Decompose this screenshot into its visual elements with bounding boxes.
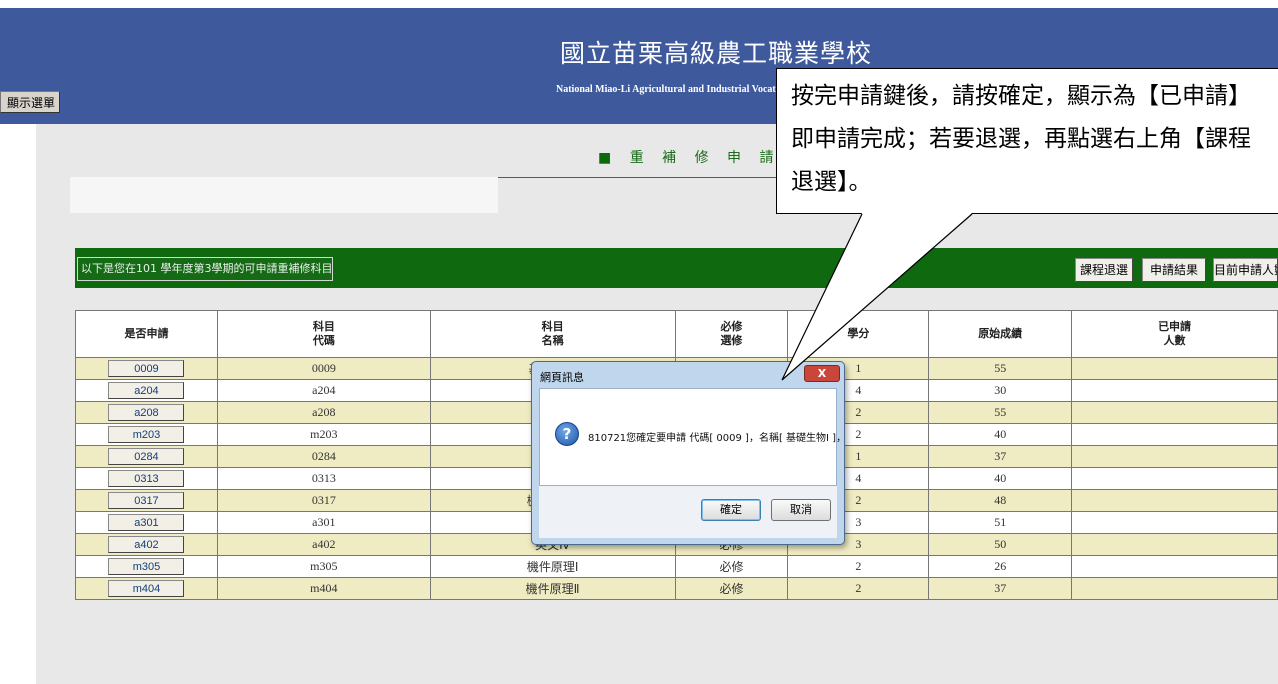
course-score: 55 [928,357,1073,380]
course-score: 40 [928,467,1073,490]
course-count [1071,379,1278,402]
ok-button[interactable]: 確定 [701,499,761,521]
course-code: 0009 [216,357,431,380]
course-score: 30 [928,379,1073,402]
show-menu-button[interactable]: 顯示選單 [0,91,60,113]
table-header-row: 是否申請 科目 代碼 科目 名稱 必修 選修 學分 原始成績 已申請 人數 [75,310,1278,358]
course-credit: 2 [787,577,930,600]
course-score: 48 [928,489,1073,512]
course-name: 機件原理Ⅱ [429,577,676,600]
withdraw-button[interactable]: 課程退選 [1075,258,1133,282]
result-button[interactable]: 申請結果 [1142,258,1206,282]
course-score: 26 [928,555,1073,578]
apply-button[interactable]: m404 [108,580,185,597]
course-count [1071,555,1278,578]
col-header-name: 科目 名稱 [429,310,676,358]
col-header-credit: 學分 [787,310,930,358]
school-name: 國立苗栗高級農工職業學校 [560,39,873,68]
course-code: a301 [216,511,431,534]
apply-button[interactable]: 0009 [108,360,185,377]
close-icon[interactable]: X [804,365,840,382]
course-score: 40 [928,423,1073,446]
course-count [1071,533,1278,556]
course-score: 51 [928,511,1073,534]
table-row: m305 m305 機件原理Ⅰ 必修 2 26 [75,555,1278,578]
col-header-count: 已申請 人數 [1071,310,1278,358]
apply-button[interactable]: 0284 [108,448,185,465]
dialog-message: 810721您確定要申請 代碼[ 0009 ]，名稱[ 基礎生物Ⅰ ]， [588,433,847,444]
course-score: 50 [928,533,1073,556]
apply-button[interactable]: 0317 [108,492,185,509]
page-title-text: 重 補 修 申 請 [629,150,781,166]
question-icon: ? [555,422,579,446]
col-header-score: 原始成績 [928,310,1073,358]
callout-text: 按完申請鍵後，請按確定，顯示為【已申請】即申請完成；若要退選，再點選右上角【課程… [791,83,1251,195]
apply-button[interactable]: m305 [108,558,185,575]
table-row: m404 m404 機件原理Ⅱ 必修 2 37 [75,577,1278,600]
col-header-apply: 是否申請 [75,310,218,358]
course-credit: 2 [787,555,930,578]
course-score: 55 [928,401,1073,424]
course-score: 37 [928,577,1073,600]
course-count [1071,511,1278,534]
course-code: a208 [216,401,431,424]
dialog-title: 網頁訊息 [540,371,584,384]
info-strip [70,177,498,213]
apply-button[interactable]: a301 [108,514,185,531]
apply-button[interactable]: a204 [108,382,185,399]
course-score: 37 [928,445,1073,468]
applicant-count-button[interactable]: 目前申請人數 [1213,258,1278,282]
course-code: m404 [216,577,431,600]
course-code: a204 [216,379,431,402]
cancel-button[interactable]: 取消 [771,499,831,521]
semester-info-label: 以下是您在101 學年度第3學期的可申請重補修科目： [77,257,333,281]
apply-button[interactable]: m203 [108,426,185,443]
course-count [1071,423,1278,446]
course-code: m203 [216,423,431,446]
confirm-dialog: 網頁訊息 X ? 810721您確定要申請 代碼[ 0009 ]，名稱[ 基礎生… [531,361,846,545]
apply-button[interactable]: a208 [108,404,185,421]
dialog-footer: 確定 取消 [539,486,837,538]
course-type: 必修 [674,577,789,600]
course-name: 機件原理Ⅰ [429,555,676,578]
course-count [1071,577,1278,600]
course-count [1071,357,1278,380]
instruction-callout: 按完申請鍵後，請按確定，顯示為【已申請】即申請完成；若要退選，再點選右上角【課程… [776,68,1278,214]
course-count [1071,401,1278,424]
course-code: 0284 [216,445,431,468]
col-header-type: 必修 選修 [674,310,789,358]
col-header-code: 科目 代碼 [216,310,431,358]
dialog-body: ? 810721您確定要申請 代碼[ 0009 ]，名稱[ 基礎生物Ⅰ ]， [539,388,846,486]
apply-button[interactable]: a402 [108,536,185,553]
course-code: m305 [216,555,431,578]
school-name-en: National Miao-Li Agricultural and Indust… [556,84,797,95]
apply-button[interactable]: 0313 [108,470,185,487]
course-code: a402 [216,533,431,556]
square-icon: ■ [598,150,619,166]
course-code: 0317 [216,489,431,512]
course-count [1071,445,1278,468]
course-count [1071,489,1278,512]
course-count [1071,467,1278,490]
course-code: 0313 [216,467,431,490]
course-type: 必修 [674,555,789,578]
